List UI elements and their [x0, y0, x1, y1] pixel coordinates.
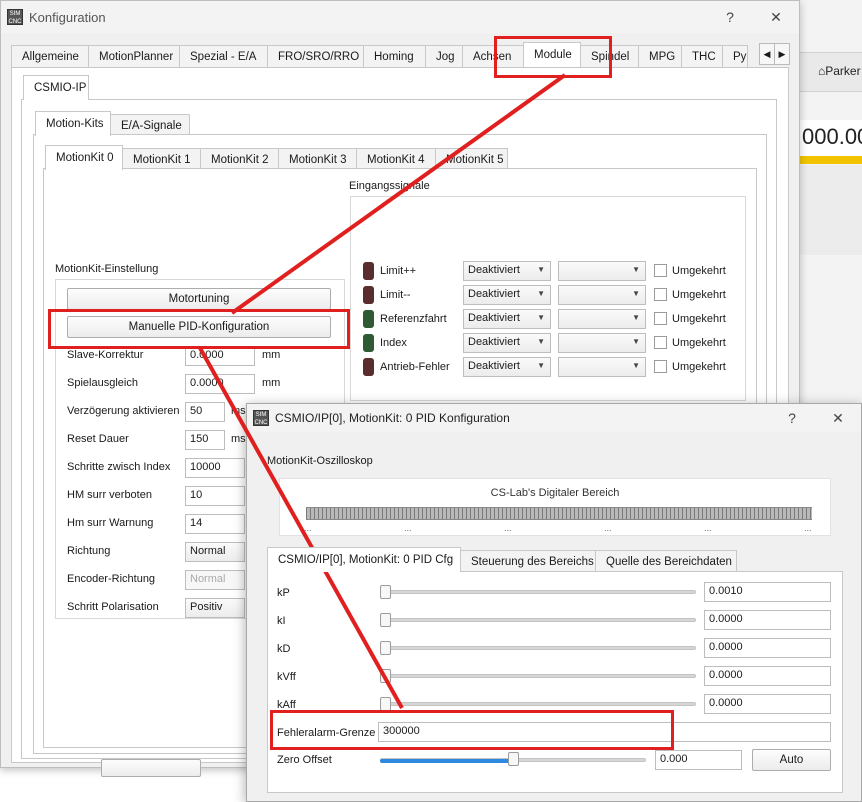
annotation-box-pid-button — [48, 309, 350, 349]
annotation-arrow-pid-to-fehler — [198, 347, 404, 709]
tab-motionkit-0[interactable]: MotionKit 0 — [45, 145, 123, 170]
annotation-box-fehler — [270, 710, 674, 750]
tab-motion-kits[interactable]: Motion-Kits — [35, 111, 111, 136]
module-tabs: CSMIO-IP — [23, 75, 89, 100]
annotation-overlay — [198, 73, 567, 709]
tab-module[interactable]: Module — [523, 42, 581, 67]
tab-pid-cfg[interactable]: CSMIO/IP[0], MotionKit: 0 PID Cfg — [267, 547, 461, 572]
tab-csmio-ip[interactable]: CSMIO-IP — [23, 75, 89, 100]
annotation-arrow-module-to-pid — [230, 73, 567, 315]
